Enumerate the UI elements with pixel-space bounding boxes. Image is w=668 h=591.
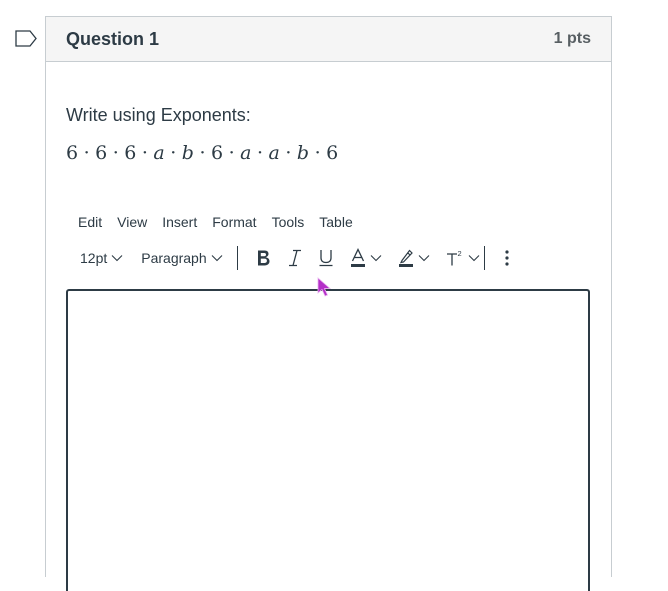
italic-button[interactable] — [288, 249, 302, 267]
math-operator: · — [199, 142, 207, 164]
editor-toolbar: 12pt Paragraph 2 — [66, 245, 591, 271]
bold-icon — [257, 250, 270, 266]
math-number: 6 — [95, 142, 108, 164]
math-number: 6 — [211, 142, 224, 164]
highlight-icon — [398, 249, 413, 267]
italic-icon — [288, 249, 301, 267]
more-vertical-icon — [505, 250, 509, 266]
menu-format[interactable]: Format — [212, 214, 256, 230]
math-operator: · — [256, 142, 264, 164]
menu-table[interactable]: Table — [319, 214, 352, 230]
more-options-button[interactable] — [505, 250, 509, 266]
math-operator: · — [285, 142, 292, 164]
text-color-icon — [350, 248, 365, 267]
text-color-button[interactable] — [350, 248, 382, 268]
math-variable: a — [240, 142, 252, 164]
math-variable: b — [296, 142, 310, 164]
menu-view[interactable]: View — [117, 214, 147, 230]
menu-edit[interactable]: Edit — [78, 214, 102, 230]
chevron-down-icon — [418, 255, 430, 262]
math-operator: · — [314, 142, 322, 164]
math-variable: b — [181, 142, 195, 164]
math-number: 6 — [326, 142, 339, 164]
math-operator: · — [170, 142, 177, 164]
flag-question-icon[interactable] — [15, 30, 37, 47]
highlight-color-button[interactable] — [398, 248, 430, 268]
chevron-down-icon — [111, 255, 123, 262]
math-operator: · — [228, 142, 236, 164]
superscript-button[interactable]: 2 — [446, 249, 480, 267]
math-variable: a — [153, 142, 166, 164]
math-number: 6 — [66, 142, 79, 164]
chevron-down-icon — [468, 255, 480, 262]
math-expression: 6 · 6 · 6 · a · b · 6 · a · a · b · 6 — [66, 142, 591, 164]
underline-button[interactable] — [318, 249, 334, 267]
mouse-cursor-icon — [317, 277, 332, 297]
math-operator: · — [83, 142, 91, 164]
underline-icon — [319, 250, 333, 267]
question-title: Question 1 — [66, 28, 160, 49]
toolbar-divider — [483, 246, 485, 270]
chevron-down-icon — [211, 255, 223, 262]
question-prompt: Write using Exponents: — [66, 105, 251, 125]
block-format-dropdown[interactable]: Paragraph — [141, 250, 223, 266]
rich-text-editor-area[interactable] — [66, 289, 590, 591]
font-size-value: 12pt — [80, 250, 108, 266]
math-operator: · — [112, 142, 120, 164]
menu-tools[interactable]: Tools — [272, 214, 305, 230]
svg-text:2: 2 — [457, 249, 461, 258]
math-variable: a — [268, 142, 281, 164]
question-header: Question 1 1 pts — [46, 17, 611, 62]
toolbar-divider — [236, 246, 238, 270]
editor-menubar: Edit View Insert Format Tools Table — [66, 214, 591, 230]
bold-button[interactable] — [256, 249, 272, 267]
superscript-icon: 2 — [446, 249, 461, 266]
math-operator: · — [141, 142, 149, 164]
question-points: 1 pts — [553, 30, 591, 47]
font-size-dropdown[interactable]: 12pt — [80, 250, 123, 266]
block-format-value: Paragraph — [141, 250, 207, 266]
chevron-down-icon — [370, 255, 382, 262]
math-number: 6 — [124, 142, 137, 164]
menu-insert[interactable]: Insert — [162, 214, 197, 230]
